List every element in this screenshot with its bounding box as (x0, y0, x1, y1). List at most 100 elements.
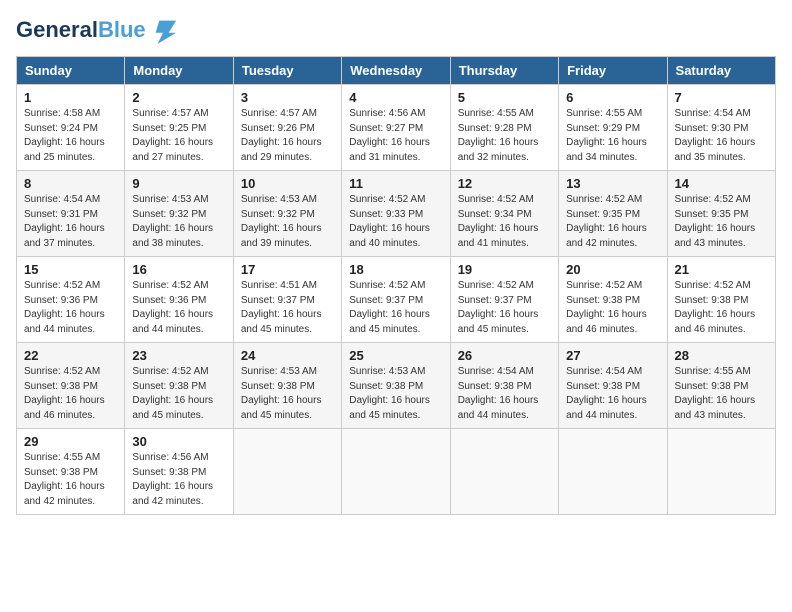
calendar-week-row: 29Sunrise: 4:55 AM Sunset: 9:38 PM Dayli… (17, 429, 776, 515)
day-info: Sunrise: 4:52 AM Sunset: 9:33 PM Dayligh… (349, 193, 442, 251)
day-number: 14 (675, 176, 768, 191)
calendar-day-cell: 20 Sunrise: 4:52 AM Sunset: 9:38 PM Dayli… (559, 257, 667, 343)
calendar-day-cell: 5 Sunrise: 4:55 AM Sunset: 9:28 PM Daylig… (450, 85, 558, 171)
calendar-day-cell: 15 Sunrise: 4:52 AM Sunset: 9:36 PM Dayli… (17, 257, 125, 343)
day-info: Sunrise: 4:53 AM Sunset: 9:32 PM Dayligh… (132, 193, 225, 251)
day-number: 12 (458, 176, 551, 191)
calendar-header-cell: Tuesday (233, 57, 341, 85)
calendar-week-row: 8 Sunrise: 4:54 AM Sunset: 9:31 PM Daylig… (17, 171, 776, 257)
calendar-header-cell: Sunday (17, 57, 125, 85)
calendar-day-cell: 2 Sunrise: 4:57 AM Sunset: 9:25 PM Daylig… (125, 85, 233, 171)
calendar-day-cell: 9 Sunrise: 4:53 AM Sunset: 9:32 PM Daylig… (125, 171, 233, 257)
day-number: 17 (241, 262, 334, 277)
day-number: 7 (675, 90, 768, 105)
day-info: Sunrise: 4:52 AM Sunset: 9:36 PM Dayligh… (24, 279, 117, 337)
day-number: 20 (566, 262, 659, 277)
calendar-day-cell: 17 Sunrise: 4:51 AM Sunset: 9:37 PM Dayli… (233, 257, 341, 343)
day-number: 15 (24, 262, 117, 277)
calendar-day-cell: 1Sunrise: 4:58 AM Sunset: 9:24 PM Daylig… (17, 85, 125, 171)
page-header: GeneralBlue (16, 16, 776, 44)
calendar-day-cell (667, 429, 775, 515)
calendar-day-cell: 22 Sunrise: 4:52 AM Sunset: 9:38 PM Dayli… (17, 343, 125, 429)
calendar-week-row: 22 Sunrise: 4:52 AM Sunset: 9:38 PM Dayli… (17, 343, 776, 429)
calendar-header-cell: Monday (125, 57, 233, 85)
calendar-day-cell: 21 Sunrise: 4:52 AM Sunset: 9:38 PM Dayli… (667, 257, 775, 343)
day-info: Sunrise: 4:56 AM Sunset: 9:38 PM Dayligh… (132, 451, 225, 509)
calendar-day-cell: 23 Sunrise: 4:52 AM Sunset: 9:38 PM Dayli… (125, 343, 233, 429)
calendar-week-row: 1Sunrise: 4:58 AM Sunset: 9:24 PM Daylig… (17, 85, 776, 171)
day-info: Sunrise: 4:52 AM Sunset: 9:36 PM Dayligh… (132, 279, 225, 337)
logo: GeneralBlue (16, 16, 178, 44)
day-info: Sunrise: 4:57 AM Sunset: 9:25 PM Dayligh… (132, 107, 225, 165)
day-number: 18 (349, 262, 442, 277)
day-info: Sunrise: 4:53 AM Sunset: 9:32 PM Dayligh… (241, 193, 334, 251)
calendar-day-cell: 14 Sunrise: 4:52 AM Sunset: 9:35 PM Dayli… (667, 171, 775, 257)
calendar-header-row: SundayMondayTuesdayWednesdayThursdayFrid… (17, 57, 776, 85)
day-number: 2 (132, 90, 225, 105)
day-number: 4 (349, 90, 442, 105)
day-number: 6 (566, 90, 659, 105)
day-number: 25 (349, 348, 442, 363)
day-info: Sunrise: 4:54 AM Sunset: 9:38 PM Dayligh… (566, 365, 659, 423)
logo-text: GeneralBlue (16, 18, 146, 42)
day-number: 23 (132, 348, 225, 363)
calendar-day-cell: 26 Sunrise: 4:54 AM Sunset: 9:38 PM Dayli… (450, 343, 558, 429)
calendar-header-cell: Wednesday (342, 57, 450, 85)
calendar-day-cell: 10 Sunrise: 4:53 AM Sunset: 9:32 PM Dayli… (233, 171, 341, 257)
calendar-table: SundayMondayTuesdayWednesdayThursdayFrid… (16, 56, 776, 515)
day-info: Sunrise: 4:58 AM Sunset: 9:24 PM Dayligh… (24, 107, 117, 165)
calendar-day-cell: 19 Sunrise: 4:52 AM Sunset: 9:37 PM Dayli… (450, 257, 558, 343)
day-info: Sunrise: 4:57 AM Sunset: 9:26 PM Dayligh… (241, 107, 334, 165)
day-number: 5 (458, 90, 551, 105)
day-info: Sunrise: 4:54 AM Sunset: 9:38 PM Dayligh… (458, 365, 551, 423)
day-info: Sunrise: 4:51 AM Sunset: 9:37 PM Dayligh… (241, 279, 334, 337)
calendar-day-cell: 30 Sunrise: 4:56 AM Sunset: 9:38 PM Dayli… (125, 429, 233, 515)
calendar-day-cell: 27Sunrise: 4:54 AM Sunset: 9:38 PM Dayli… (559, 343, 667, 429)
day-info: Sunrise: 4:52 AM Sunset: 9:38 PM Dayligh… (24, 365, 117, 423)
day-info: Sunrise: 4:52 AM Sunset: 9:38 PM Dayligh… (566, 279, 659, 337)
day-info: Sunrise: 4:52 AM Sunset: 9:35 PM Dayligh… (566, 193, 659, 251)
day-number: 13 (566, 176, 659, 191)
calendar-day-cell (450, 429, 558, 515)
day-number: 24 (241, 348, 334, 363)
day-info: Sunrise: 4:55 AM Sunset: 9:28 PM Dayligh… (458, 107, 551, 165)
day-info: Sunrise: 4:53 AM Sunset: 9:38 PM Dayligh… (241, 365, 334, 423)
calendar-day-cell: 7Sunrise: 4:54 AM Sunset: 9:30 PM Daylig… (667, 85, 775, 171)
calendar-day-cell: 16Sunrise: 4:52 AM Sunset: 9:36 PM Dayli… (125, 257, 233, 343)
day-number: 8 (24, 176, 117, 191)
day-number: 22 (24, 348, 117, 363)
calendar-day-cell (559, 429, 667, 515)
calendar-body: 1Sunrise: 4:58 AM Sunset: 9:24 PM Daylig… (17, 85, 776, 515)
calendar-day-cell: 8 Sunrise: 4:54 AM Sunset: 9:31 PM Daylig… (17, 171, 125, 257)
day-number: 19 (458, 262, 551, 277)
day-info: Sunrise: 4:54 AM Sunset: 9:31 PM Dayligh… (24, 193, 117, 251)
calendar-day-cell: 28Sunrise: 4:55 AM Sunset: 9:38 PM Dayli… (667, 343, 775, 429)
calendar-header-cell: Friday (559, 57, 667, 85)
day-info: Sunrise: 4:52 AM Sunset: 9:37 PM Dayligh… (458, 279, 551, 337)
calendar-day-cell: 18Sunrise: 4:52 AM Sunset: 9:37 PM Dayli… (342, 257, 450, 343)
day-info: Sunrise: 4:56 AM Sunset: 9:27 PM Dayligh… (349, 107, 442, 165)
calendar-day-cell: 13 Sunrise: 4:52 AM Sunset: 9:35 PM Dayli… (559, 171, 667, 257)
logo-icon (150, 16, 178, 44)
day-info: Sunrise: 4:52 AM Sunset: 9:34 PM Dayligh… (458, 193, 551, 251)
day-info: Sunrise: 4:52 AM Sunset: 9:38 PM Dayligh… (132, 365, 225, 423)
day-info: Sunrise: 4:55 AM Sunset: 9:29 PM Dayligh… (566, 107, 659, 165)
calendar-day-cell (342, 429, 450, 515)
day-info: Sunrise: 4:53 AM Sunset: 9:38 PM Dayligh… (349, 365, 442, 423)
calendar-header-cell: Thursday (450, 57, 558, 85)
calendar-day-cell: 4 Sunrise: 4:56 AM Sunset: 9:27 PM Daylig… (342, 85, 450, 171)
day-number: 10 (241, 176, 334, 191)
calendar-header-cell: Saturday (667, 57, 775, 85)
day-number: 9 (132, 176, 225, 191)
day-info: Sunrise: 4:52 AM Sunset: 9:38 PM Dayligh… (675, 279, 768, 337)
day-info: Sunrise: 4:52 AM Sunset: 9:35 PM Dayligh… (675, 193, 768, 251)
calendar-day-cell: 11Sunrise: 4:52 AM Sunset: 9:33 PM Dayli… (342, 171, 450, 257)
day-number: 28 (675, 348, 768, 363)
calendar-day-cell: 12 Sunrise: 4:52 AM Sunset: 9:34 PM Dayli… (450, 171, 558, 257)
day-number: 21 (675, 262, 768, 277)
calendar-day-cell: 29Sunrise: 4:55 AM Sunset: 9:38 PM Dayli… (17, 429, 125, 515)
calendar-week-row: 15 Sunrise: 4:52 AM Sunset: 9:36 PM Dayli… (17, 257, 776, 343)
day-number: 30 (132, 434, 225, 449)
day-number: 26 (458, 348, 551, 363)
calendar-day-cell (233, 429, 341, 515)
